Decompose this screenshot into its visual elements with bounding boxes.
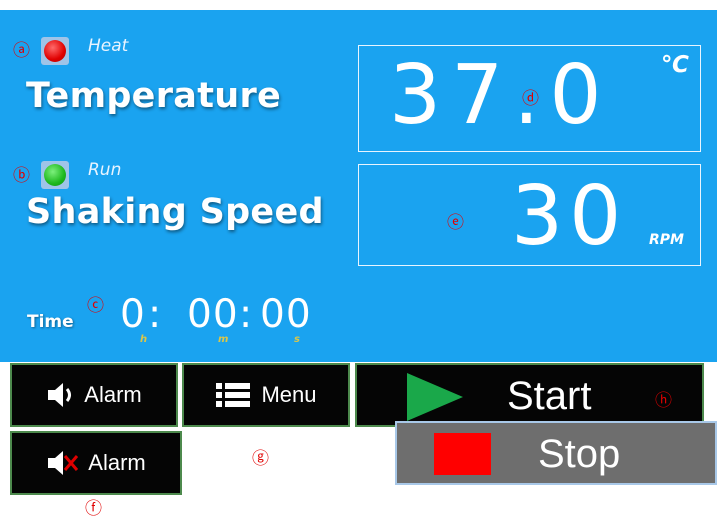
stop-label: Stop: [538, 432, 621, 476]
time-label: Time: [27, 312, 74, 332]
annotation-g: ⓖ: [252, 449, 269, 469]
start-label: Start: [507, 374, 592, 418]
shaking-speed-label: Shaking Speed: [26, 192, 324, 232]
time-seconds: 00: [260, 292, 312, 337]
stop-button[interactable]: Stop: [395, 421, 717, 485]
seconds-unit: s: [294, 334, 300, 345]
annotation-b: ⓑ: [13, 166, 30, 186]
alarm-on-button[interactable]: Alarm: [10, 363, 178, 427]
annotation-h: ⓗ: [655, 391, 672, 411]
heat-status-label: Heat: [88, 36, 129, 56]
annotation-a: ⓐ: [13, 41, 30, 61]
alarm-off-button[interactable]: Alarm: [10, 431, 182, 495]
play-triangle-icon: [405, 371, 465, 423]
menu-button[interactable]: Menu: [182, 363, 350, 427]
run-status-label: Run: [88, 160, 122, 180]
alarm-on-label: Alarm: [84, 382, 142, 407]
time-minutes: 00: [187, 292, 239, 337]
temperature-unit: ℃: [661, 52, 689, 78]
start-button[interactable]: Start ⓗ: [355, 363, 704, 427]
speed-unit: RPM: [649, 232, 684, 248]
stop-square-icon: [434, 433, 491, 475]
annotation-c: ⓒ: [87, 296, 104, 316]
minutes-unit: m: [218, 334, 229, 345]
time-separator: :: [239, 292, 253, 337]
annotation-d: ⓓ: [522, 89, 539, 109]
control-screen: ⓐ Heat Temperature 37.0 ⓓ ℃ ⓑ Run Shakin…: [0, 10, 717, 362]
temperature-display[interactable]: 37.0 ⓓ ℃: [358, 45, 701, 152]
heat-indicator-led: [41, 37, 69, 65]
temperature-value: 37.0: [389, 48, 612, 143]
annotation-f: ⓕ: [85, 499, 102, 519]
run-indicator-led: [41, 161, 69, 189]
alarm-off-label: Alarm: [88, 450, 146, 475]
temperature-label: Temperature: [26, 76, 282, 116]
shaking-speed-display[interactable]: ⓔ 30 RPM: [358, 164, 701, 266]
hours-unit: h: [140, 334, 148, 345]
speaker-sound-icon: [46, 380, 76, 410]
shaking-speed-value: 30: [511, 169, 628, 264]
menu-list-icon: [215, 381, 251, 409]
time-separator: :: [148, 292, 162, 337]
time-hours: 0: [120, 292, 145, 337]
speaker-muted-icon: [46, 448, 80, 478]
menu-label: Menu: [261, 382, 317, 407]
annotation-e: ⓔ: [447, 213, 464, 233]
